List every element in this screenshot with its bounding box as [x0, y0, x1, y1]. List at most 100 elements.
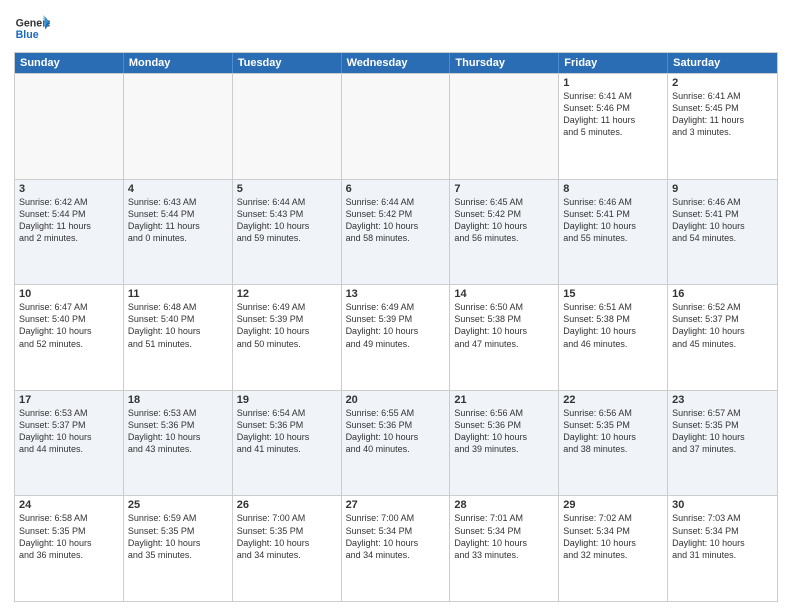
- calendar-row-1: 3Sunrise: 6:42 AM Sunset: 5:44 PM Daylig…: [15, 179, 777, 285]
- day-details: Sunrise: 7:02 AM Sunset: 5:34 PM Dayligh…: [563, 512, 663, 561]
- day-details: Sunrise: 6:55 AM Sunset: 5:36 PM Dayligh…: [346, 407, 446, 456]
- day-cell-27: 27Sunrise: 7:00 AM Sunset: 5:34 PM Dayli…: [342, 496, 451, 601]
- day-details: Sunrise: 6:47 AM Sunset: 5:40 PM Dayligh…: [19, 301, 119, 350]
- day-details: Sunrise: 6:46 AM Sunset: 5:41 PM Dayligh…: [563, 196, 663, 245]
- day-cell-18: 18Sunrise: 6:53 AM Sunset: 5:36 PM Dayli…: [124, 391, 233, 496]
- calendar: SundayMondayTuesdayWednesdayThursdayFrid…: [14, 52, 778, 602]
- day-details: Sunrise: 6:53 AM Sunset: 5:36 PM Dayligh…: [128, 407, 228, 456]
- day-number: 17: [19, 394, 119, 406]
- day-number: 9: [672, 183, 773, 195]
- day-details: Sunrise: 7:00 AM Sunset: 5:34 PM Dayligh…: [346, 512, 446, 561]
- day-cell-11: 11Sunrise: 6:48 AM Sunset: 5:40 PM Dayli…: [124, 285, 233, 390]
- day-cell-12: 12Sunrise: 6:49 AM Sunset: 5:39 PM Dayli…: [233, 285, 342, 390]
- day-number: 6: [346, 183, 446, 195]
- day-number: 25: [128, 499, 228, 511]
- day-number: 19: [237, 394, 337, 406]
- day-details: Sunrise: 6:48 AM Sunset: 5:40 PM Dayligh…: [128, 301, 228, 350]
- day-cell-19: 19Sunrise: 6:54 AM Sunset: 5:36 PM Dayli…: [233, 391, 342, 496]
- day-number: 1: [563, 77, 663, 89]
- day-cell-3: 3Sunrise: 6:42 AM Sunset: 5:44 PM Daylig…: [15, 180, 124, 285]
- calendar-row-4: 24Sunrise: 6:58 AM Sunset: 5:35 PM Dayli…: [15, 495, 777, 601]
- empty-cell: [124, 74, 233, 179]
- day-details: Sunrise: 6:58 AM Sunset: 5:35 PM Dayligh…: [19, 512, 119, 561]
- day-number: 5: [237, 183, 337, 195]
- day-details: Sunrise: 7:03 AM Sunset: 5:34 PM Dayligh…: [672, 512, 773, 561]
- day-number: 27: [346, 499, 446, 511]
- header: General Blue: [14, 10, 778, 46]
- day-cell-4: 4Sunrise: 6:43 AM Sunset: 5:44 PM Daylig…: [124, 180, 233, 285]
- weekday-header-saturday: Saturday: [668, 53, 777, 73]
- day-number: 23: [672, 394, 773, 406]
- day-cell-2: 2Sunrise: 6:41 AM Sunset: 5:45 PM Daylig…: [668, 74, 777, 179]
- day-details: Sunrise: 6:43 AM Sunset: 5:44 PM Dayligh…: [128, 196, 228, 245]
- day-number: 12: [237, 288, 337, 300]
- day-details: Sunrise: 6:45 AM Sunset: 5:42 PM Dayligh…: [454, 196, 554, 245]
- day-number: 30: [672, 499, 773, 511]
- day-cell-9: 9Sunrise: 6:46 AM Sunset: 5:41 PM Daylig…: [668, 180, 777, 285]
- day-details: Sunrise: 6:52 AM Sunset: 5:37 PM Dayligh…: [672, 301, 773, 350]
- page: General Blue SundayMondayTuesdayWednesda…: [0, 0, 792, 612]
- day-number: 21: [454, 394, 554, 406]
- logo: General Blue: [14, 10, 50, 46]
- day-details: Sunrise: 7:00 AM Sunset: 5:35 PM Dayligh…: [237, 512, 337, 561]
- weekday-header-tuesday: Tuesday: [233, 53, 342, 73]
- day-cell-8: 8Sunrise: 6:46 AM Sunset: 5:41 PM Daylig…: [559, 180, 668, 285]
- svg-text:Blue: Blue: [16, 29, 39, 41]
- day-details: Sunrise: 6:41 AM Sunset: 5:45 PM Dayligh…: [672, 90, 773, 139]
- empty-cell: [233, 74, 342, 179]
- day-cell-25: 25Sunrise: 6:59 AM Sunset: 5:35 PM Dayli…: [124, 496, 233, 601]
- day-number: 14: [454, 288, 554, 300]
- day-cell-24: 24Sunrise: 6:58 AM Sunset: 5:35 PM Dayli…: [15, 496, 124, 601]
- day-cell-16: 16Sunrise: 6:52 AM Sunset: 5:37 PM Dayli…: [668, 285, 777, 390]
- calendar-row-0: 1Sunrise: 6:41 AM Sunset: 5:46 PM Daylig…: [15, 73, 777, 179]
- empty-cell: [15, 74, 124, 179]
- day-cell-1: 1Sunrise: 6:41 AM Sunset: 5:46 PM Daylig…: [559, 74, 668, 179]
- day-number: 24: [19, 499, 119, 511]
- day-number: 7: [454, 183, 554, 195]
- logo-icon: General Blue: [14, 10, 50, 46]
- empty-cell: [450, 74, 559, 179]
- day-number: 16: [672, 288, 773, 300]
- calendar-row-2: 10Sunrise: 6:47 AM Sunset: 5:40 PM Dayli…: [15, 284, 777, 390]
- day-cell-23: 23Sunrise: 6:57 AM Sunset: 5:35 PM Dayli…: [668, 391, 777, 496]
- day-details: Sunrise: 6:59 AM Sunset: 5:35 PM Dayligh…: [128, 512, 228, 561]
- day-cell-5: 5Sunrise: 6:44 AM Sunset: 5:43 PM Daylig…: [233, 180, 342, 285]
- day-cell-7: 7Sunrise: 6:45 AM Sunset: 5:42 PM Daylig…: [450, 180, 559, 285]
- day-cell-17: 17Sunrise: 6:53 AM Sunset: 5:37 PM Dayli…: [15, 391, 124, 496]
- day-number: 29: [563, 499, 663, 511]
- day-cell-21: 21Sunrise: 6:56 AM Sunset: 5:36 PM Dayli…: [450, 391, 559, 496]
- day-cell-20: 20Sunrise: 6:55 AM Sunset: 5:36 PM Dayli…: [342, 391, 451, 496]
- day-cell-28: 28Sunrise: 7:01 AM Sunset: 5:34 PM Dayli…: [450, 496, 559, 601]
- day-number: 15: [563, 288, 663, 300]
- weekday-header-wednesday: Wednesday: [342, 53, 451, 73]
- day-details: Sunrise: 6:53 AM Sunset: 5:37 PM Dayligh…: [19, 407, 119, 456]
- day-details: Sunrise: 6:49 AM Sunset: 5:39 PM Dayligh…: [346, 301, 446, 350]
- day-details: Sunrise: 6:41 AM Sunset: 5:46 PM Dayligh…: [563, 90, 663, 139]
- day-cell-10: 10Sunrise: 6:47 AM Sunset: 5:40 PM Dayli…: [15, 285, 124, 390]
- day-cell-29: 29Sunrise: 7:02 AM Sunset: 5:34 PM Dayli…: [559, 496, 668, 601]
- day-number: 4: [128, 183, 228, 195]
- calendar-body: 1Sunrise: 6:41 AM Sunset: 5:46 PM Daylig…: [15, 73, 777, 601]
- weekday-header-friday: Friday: [559, 53, 668, 73]
- day-details: Sunrise: 6:50 AM Sunset: 5:38 PM Dayligh…: [454, 301, 554, 350]
- day-details: Sunrise: 6:57 AM Sunset: 5:35 PM Dayligh…: [672, 407, 773, 456]
- day-number: 28: [454, 499, 554, 511]
- day-cell-6: 6Sunrise: 6:44 AM Sunset: 5:42 PM Daylig…: [342, 180, 451, 285]
- day-number: 13: [346, 288, 446, 300]
- day-number: 22: [563, 394, 663, 406]
- empty-cell: [342, 74, 451, 179]
- day-number: 8: [563, 183, 663, 195]
- day-cell-22: 22Sunrise: 6:56 AM Sunset: 5:35 PM Dayli…: [559, 391, 668, 496]
- day-details: Sunrise: 6:49 AM Sunset: 5:39 PM Dayligh…: [237, 301, 337, 350]
- day-cell-14: 14Sunrise: 6:50 AM Sunset: 5:38 PM Dayli…: [450, 285, 559, 390]
- day-number: 3: [19, 183, 119, 195]
- day-cell-30: 30Sunrise: 7:03 AM Sunset: 5:34 PM Dayli…: [668, 496, 777, 601]
- day-details: Sunrise: 7:01 AM Sunset: 5:34 PM Dayligh…: [454, 512, 554, 561]
- day-details: Sunrise: 6:44 AM Sunset: 5:42 PM Dayligh…: [346, 196, 446, 245]
- day-details: Sunrise: 6:44 AM Sunset: 5:43 PM Dayligh…: [237, 196, 337, 245]
- weekday-header-thursday: Thursday: [450, 53, 559, 73]
- day-details: Sunrise: 6:42 AM Sunset: 5:44 PM Dayligh…: [19, 196, 119, 245]
- day-details: Sunrise: 6:56 AM Sunset: 5:36 PM Dayligh…: [454, 407, 554, 456]
- day-number: 26: [237, 499, 337, 511]
- day-details: Sunrise: 6:56 AM Sunset: 5:35 PM Dayligh…: [563, 407, 663, 456]
